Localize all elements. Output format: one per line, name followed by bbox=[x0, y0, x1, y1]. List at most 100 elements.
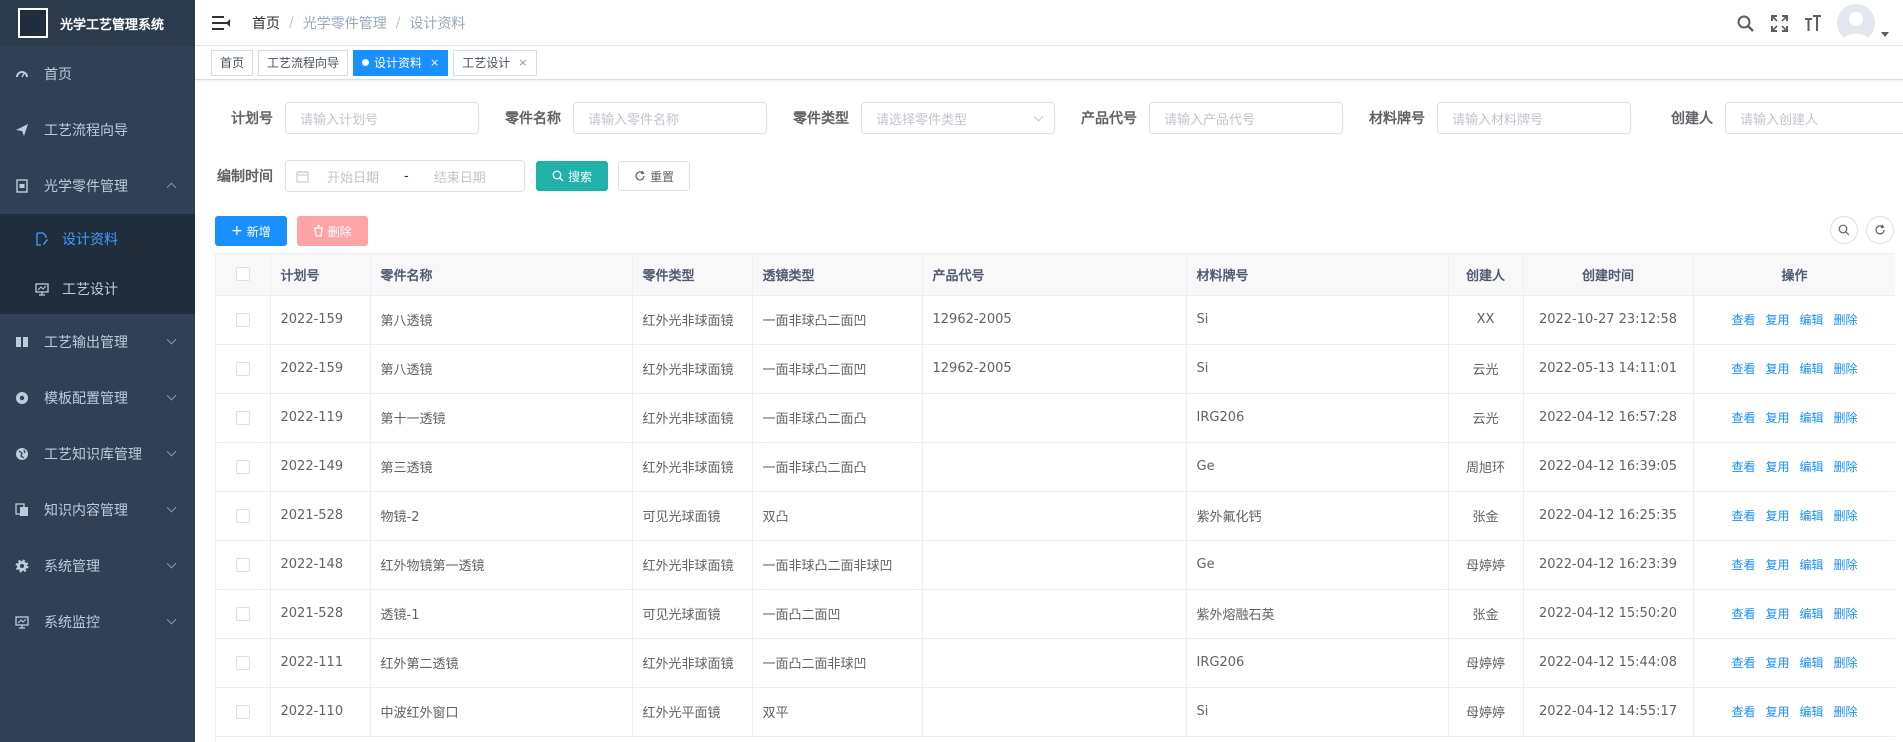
material-input[interactable]: 请输入材料牌号 bbox=[1437, 102, 1631, 134]
date-range-picker[interactable]: 开始日期 - 结束日期 bbox=[285, 160, 525, 192]
breadcrumb-home[interactable]: 首页 bbox=[252, 13, 280, 33]
row-checkbox[interactable] bbox=[235, 606, 250, 621]
tag-process-guide[interactable]: 工艺流程向导 bbox=[258, 49, 349, 76]
delete-link[interactable]: 删除 bbox=[1834, 656, 1858, 670]
add-button[interactable]: + 新增 bbox=[215, 216, 287, 246]
end-date-input[interactable]: 结束日期 bbox=[434, 167, 486, 186]
view-link[interactable]: 查看 bbox=[1731, 509, 1755, 523]
reset-button[interactable]: 重置 bbox=[618, 161, 691, 191]
view-link[interactable]: 查看 bbox=[1731, 362, 1755, 376]
sidebar-item-knowledge-base[interactable]: 工艺知识库管理 bbox=[0, 426, 195, 482]
product-code-input[interactable]: 请输入产品代号 bbox=[1149, 102, 1343, 134]
toggle-search-button[interactable] bbox=[1830, 216, 1858, 244]
row-select-cell bbox=[216, 687, 271, 737]
reuse-link[interactable]: 复用 bbox=[1765, 705, 1789, 719]
edit-link[interactable]: 编辑 bbox=[1800, 460, 1824, 474]
delete-link[interactable]: 删除 bbox=[1834, 705, 1858, 719]
start-date-input[interactable]: 开始日期 bbox=[327, 167, 379, 186]
row-checkbox[interactable] bbox=[235, 312, 250, 327]
view-link[interactable]: 查看 bbox=[1731, 460, 1755, 474]
row-checkbox[interactable] bbox=[235, 655, 250, 670]
row-checkbox[interactable] bbox=[235, 410, 250, 425]
edit-link[interactable]: 编辑 bbox=[1800, 313, 1824, 327]
reuse-link[interactable]: 复用 bbox=[1765, 509, 1789, 523]
reuse-link[interactable]: 复用 bbox=[1765, 558, 1789, 572]
table-cell: 12962-2005 bbox=[922, 344, 1187, 394]
sidebar-item-label: 设计资料 bbox=[62, 232, 118, 248]
edit-link[interactable]: 编辑 bbox=[1800, 509, 1824, 523]
product-code-label: 产品代号 bbox=[1081, 111, 1137, 127]
sidebar-item-label: 工艺知识库管理 bbox=[44, 447, 142, 463]
creator-input[interactable]: 请输入创建人 bbox=[1725, 102, 1903, 134]
delete-link[interactable]: 删除 bbox=[1834, 558, 1858, 572]
delete-link[interactable]: 删除 bbox=[1834, 509, 1858, 523]
sidebar-item-home[interactable]: 首页 bbox=[0, 46, 195, 102]
view-link[interactable]: 查看 bbox=[1731, 607, 1755, 621]
logo[interactable]: 光学工艺管理系统 bbox=[0, 0, 195, 46]
edit-link[interactable]: 编辑 bbox=[1800, 607, 1824, 621]
sidebar-item-system-monitor[interactable]: 系统监控 bbox=[0, 594, 195, 650]
select-all-checkbox[interactable] bbox=[235, 267, 250, 282]
breadcrumb-optical-parts[interactable]: 光学零件管理 bbox=[303, 13, 387, 33]
reuse-link[interactable]: 复用 bbox=[1765, 607, 1789, 621]
view-link[interactable]: 查看 bbox=[1731, 705, 1755, 719]
sidebar-item-process-output[interactable]: 工艺输出管理 bbox=[0, 314, 195, 370]
close-icon[interactable]: × bbox=[430, 56, 439, 69]
row-checkbox[interactable] bbox=[235, 459, 250, 474]
breadcrumb-separator: / bbox=[395, 14, 401, 31]
reuse-link[interactable]: 复用 bbox=[1765, 362, 1789, 376]
edit-link[interactable]: 编辑 bbox=[1800, 362, 1824, 376]
row-checkbox[interactable] bbox=[235, 557, 250, 572]
avatar[interactable] bbox=[1837, 4, 1875, 42]
refresh-button[interactable] bbox=[1866, 216, 1894, 244]
reuse-link[interactable]: 复用 bbox=[1765, 460, 1789, 474]
sidebar-item-optical-parts[interactable]: 光学零件管理 bbox=[0, 158, 195, 214]
edit-link[interactable]: 编辑 bbox=[1800, 705, 1824, 719]
delete-link[interactable]: 删除 bbox=[1834, 362, 1858, 376]
sidebar-item-design-data[interactable]: 设计资料 bbox=[0, 214, 195, 264]
sidebar-item-label: 知识内容管理 bbox=[44, 503, 128, 519]
fullscreen-icon[interactable] bbox=[1769, 13, 1789, 33]
view-link[interactable]: 查看 bbox=[1731, 558, 1755, 572]
search-icon[interactable] bbox=[1735, 13, 1755, 33]
delete-link[interactable]: 删除 bbox=[1834, 607, 1858, 621]
part-type-select[interactable]: 请选择零件类型 bbox=[861, 102, 1055, 134]
row-checkbox[interactable] bbox=[235, 704, 250, 719]
sidebar-item-template-config[interactable]: 模板配置管理 bbox=[0, 370, 195, 426]
tag-process-design[interactable]: 工艺设计 × bbox=[453, 49, 537, 76]
sidebar-item-process-design[interactable]: 工艺设计 bbox=[0, 264, 195, 314]
delete-link[interactable]: 删除 bbox=[1834, 411, 1858, 425]
row-checkbox[interactable] bbox=[235, 361, 250, 376]
font-size-icon[interactable] bbox=[1803, 13, 1823, 33]
edit-link[interactable]: 编辑 bbox=[1800, 411, 1824, 425]
submenu-optical-parts: 设计资料 工艺设计 bbox=[0, 214, 195, 314]
tag-design-data[interactable]: 设计资料 × bbox=[353, 49, 449, 76]
edit-link[interactable]: 编辑 bbox=[1800, 558, 1824, 572]
search-button[interactable]: 搜索 bbox=[536, 161, 609, 191]
delete-link[interactable]: 删除 bbox=[1834, 460, 1858, 474]
view-link[interactable]: 查看 bbox=[1731, 656, 1755, 670]
sidebar-item-system-management[interactable]: 系统管理 bbox=[0, 538, 195, 594]
tag-home[interactable]: 首页 bbox=[211, 49, 254, 76]
reuse-link[interactable]: 复用 bbox=[1765, 411, 1789, 425]
delete-button[interactable]: 删除 bbox=[296, 216, 368, 246]
table-cell bbox=[922, 540, 1187, 590]
plan-no-input[interactable]: 请输入计划号 bbox=[285, 102, 479, 134]
table-cell: 紫外氟化钙 bbox=[1186, 491, 1449, 541]
actions-cell: 查看 复用 编辑 删除 bbox=[1693, 687, 1895, 737]
sidebar-item-knowledge-content[interactable]: 知识内容管理 bbox=[0, 482, 195, 538]
delete-link[interactable]: 删除 bbox=[1834, 313, 1858, 327]
view-link[interactable]: 查看 bbox=[1731, 313, 1755, 327]
row-checkbox[interactable] bbox=[235, 508, 250, 523]
sidebar-item-process-guide[interactable]: 工艺流程向导 bbox=[0, 102, 195, 158]
table-cell: 张金 bbox=[1448, 491, 1524, 541]
reuse-link[interactable]: 复用 bbox=[1765, 656, 1789, 670]
close-icon[interactable]: × bbox=[518, 56, 527, 69]
reuse-link[interactable]: 复用 bbox=[1765, 313, 1789, 327]
part-name-input[interactable]: 请输入零件名称 bbox=[573, 102, 767, 134]
caret-down-icon[interactable] bbox=[1881, 31, 1889, 37]
view-link[interactable]: 查看 bbox=[1731, 411, 1755, 425]
hamburger-icon[interactable] bbox=[212, 15, 230, 30]
send-icon bbox=[14, 122, 30, 138]
edit-link[interactable]: 编辑 bbox=[1800, 656, 1824, 670]
